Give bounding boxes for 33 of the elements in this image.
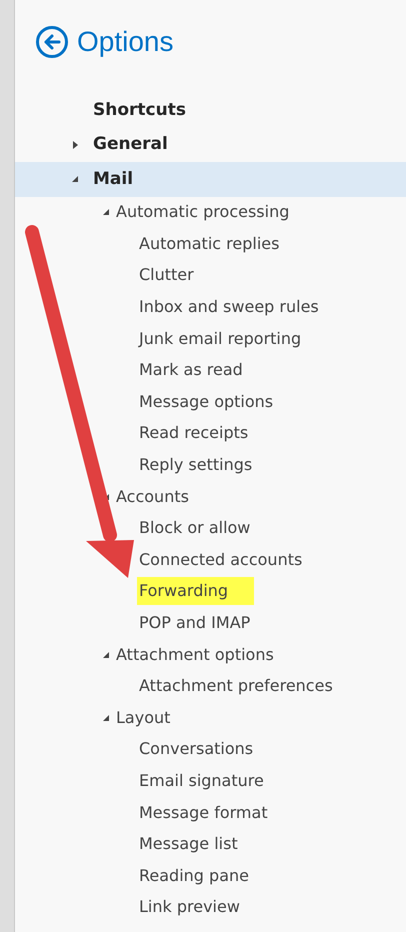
nav-item[interactable]: Attachment options: [114, 642, 276, 667]
collapse-caret-icon[interactable]: [71, 175, 79, 184]
nav-item[interactable]: Automatic processing: [114, 200, 292, 224]
nav-item[interactable]: Reading pane: [137, 864, 251, 888]
nav-item[interactable]: Attachment preferences: [137, 674, 335, 698]
collapse-caret-icon[interactable]: [102, 650, 110, 659]
nav-item[interactable]: Clutter: [137, 263, 196, 288]
nav-item[interactable]: Mark as read: [137, 358, 245, 382]
nav-item[interactable]: Link preview: [137, 895, 242, 920]
nav-item[interactable]: Block or allow: [137, 516, 252, 540]
nav-item[interactable]: Email signature: [137, 768, 266, 793]
nav-item[interactable]: Junk email reporting: [137, 326, 304, 351]
nav-item[interactable]: Inbox and sweep rules: [137, 295, 321, 320]
collapse-caret-icon[interactable]: [102, 714, 110, 722]
nav-item[interactable]: POP and IMAP: [137, 611, 252, 636]
nav-item[interactable]: Read receipts: [137, 421, 250, 446]
page-title: Options: [77, 24, 174, 59]
nav-item[interactable]: Automatic replies: [137, 232, 282, 256]
expand-caret-icon[interactable]: [71, 140, 79, 149]
nav-item[interactable]: Mail: [91, 166, 136, 192]
nav-item[interactable]: Shortcuts: [91, 98, 188, 123]
nav-item[interactable]: General: [91, 132, 170, 158]
nav-item[interactable]: Forwarding: [137, 577, 254, 606]
nav-item[interactable]: Message options: [137, 390, 276, 414]
nav-item[interactable]: Layout: [114, 706, 172, 730]
back-icon[interactable]: [35, 24, 69, 58]
nav-item[interactable]: Conversations: [137, 737, 256, 762]
nav-item[interactable]: Message list: [137, 832, 240, 856]
nav-item[interactable]: Accounts: [114, 484, 191, 509]
collapse-caret-icon[interactable]: [102, 208, 110, 216]
nav-item[interactable]: Message format: [137, 800, 270, 825]
nav-item[interactable]: Connected accounts: [137, 548, 304, 572]
nav-item[interactable]: Reply settings: [137, 453, 254, 478]
